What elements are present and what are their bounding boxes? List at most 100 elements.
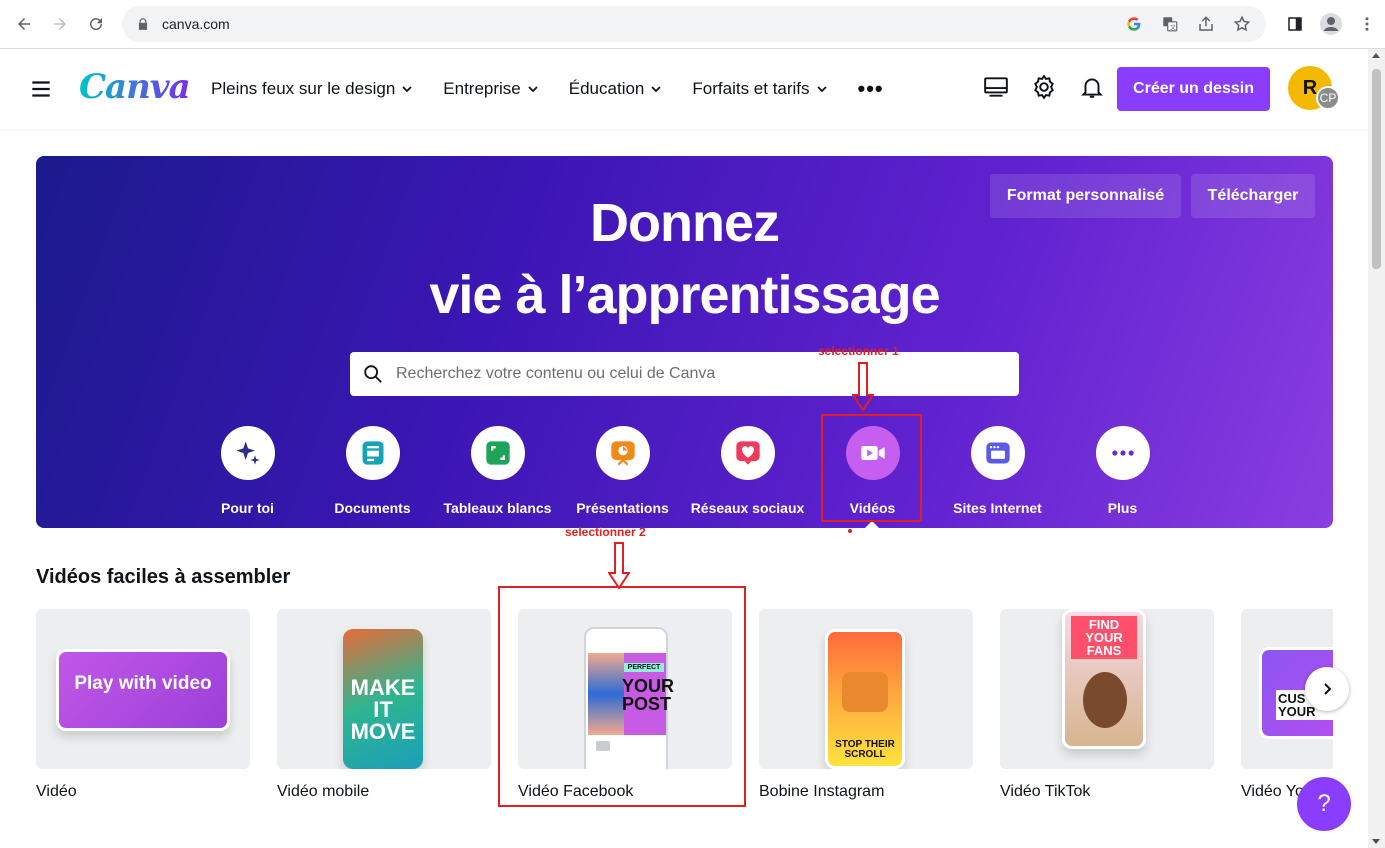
- hamburger-icon[interactable]: [28, 76, 54, 102]
- art-text: Play with video: [74, 673, 212, 694]
- portrait-art: [1083, 672, 1127, 728]
- category-social-media[interactable]: Réseaux sociaux: [685, 426, 810, 516]
- template-thumbnail[interactable]: PERFECT YOUR POST: [518, 609, 732, 769]
- category-label: Présentations: [576, 500, 669, 516]
- search-icon: [364, 365, 382, 383]
- search-bar[interactable]: [350, 352, 1019, 396]
- annotation-step2-label: selectionner 2: [565, 525, 646, 539]
- art-text: STOP THEIR SCROLL: [835, 739, 895, 760]
- google-icon[interactable]: [1118, 8, 1150, 40]
- card-label: Bobine Instagram: [759, 783, 885, 800]
- template-card-tiktok-video[interactable]: FIND YOUR FANS Vidéo TikTok: [1000, 609, 1214, 801]
- nav-business[interactable]: Entreprise: [443, 79, 538, 99]
- canva-logo[interactable]: Canva: [79, 67, 191, 107]
- category-label: Réseaux sociaux: [690, 500, 805, 516]
- photo-art: [588, 653, 624, 735]
- tiktok-video-art: FIND YOUR FANS: [1062, 609, 1146, 749]
- hero-title-line2: vie à l’apprentissage: [429, 265, 940, 325]
- share-icon[interactable]: [1190, 8, 1222, 40]
- chevron-down-icon: [528, 86, 538, 93]
- art-text: FIND YOUR FANS: [1071, 616, 1137, 659]
- whiteboard-icon: [470, 426, 525, 480]
- sparkle-icon: [220, 426, 275, 480]
- card-label: Vidéo Facebook: [518, 783, 634, 800]
- annotation-dot: [848, 529, 852, 533]
- canva-header: Canva Pleins feux sur le design Entrepri…: [0, 49, 1368, 129]
- template-card-video[interactable]: Play with video Vidéo: [36, 609, 250, 801]
- chevron-down-icon: [402, 86, 412, 93]
- carousel-next-button[interactable]: [1305, 667, 1349, 711]
- svg-text:文: 文: [1170, 23, 1176, 31]
- annotation-arrow-down-icon: [608, 542, 630, 590]
- browser-toolbar: canva.com 文: [0, 0, 1385, 49]
- nav-more-button[interactable]: •••: [858, 76, 884, 102]
- lock-icon: [138, 18, 148, 30]
- page-scrollbar[interactable]: [1368, 49, 1385, 848]
- category-presentations[interactable]: Présentations: [560, 426, 685, 516]
- bookmark-star-icon[interactable]: [1226, 8, 1258, 40]
- main-nav: Pleins feux sur le design Entreprise Édu…: [211, 49, 884, 129]
- address-bar[interactable]: canva.com 文: [122, 6, 1266, 42]
- chevron-down-icon: [651, 86, 662, 93]
- nav-label: Éducation: [568, 79, 645, 98]
- category-documents[interactable]: Documents: [310, 426, 435, 516]
- video-preview-art: Play with video: [56, 649, 230, 731]
- custom-size-button[interactable]: Format personnalisé: [990, 174, 1181, 218]
- art-badge-text: PERFECT: [624, 663, 664, 672]
- category-label: Sites Internet: [953, 500, 1042, 516]
- nav-education[interactable]: Éducation: [569, 79, 663, 99]
- desktop-app-icon[interactable]: [982, 73, 1010, 101]
- scroll-up-arrow-icon[interactable]: [1372, 53, 1380, 58]
- nav-label: Entreprise: [443, 79, 521, 98]
- profile-icon[interactable]: [1313, 8, 1349, 40]
- translate-icon[interactable]: 文: [1154, 8, 1186, 40]
- category-label: Tableaux blancs: [443, 500, 552, 516]
- art-text: YOUR POST: [622, 676, 675, 714]
- reload-icon[interactable]: [78, 6, 114, 42]
- website-icon: [970, 426, 1025, 480]
- category-whiteboards[interactable]: Tableaux blancs: [435, 426, 560, 516]
- category-websites[interactable]: Sites Internet: [935, 426, 1060, 516]
- team-avatar-badge: CP: [1316, 86, 1340, 110]
- template-card-mobile-video[interactable]: MAKE IT MOVE Vidéo mobile: [277, 609, 491, 801]
- facebook-post-art: PERFECT YOUR POST: [588, 653, 675, 735]
- nav-label: Forfaits et tarifs: [692, 79, 810, 98]
- upload-button[interactable]: Télécharger: [1191, 174, 1315, 218]
- scroll-thumb[interactable]: [1372, 69, 1381, 269]
- search-input[interactable]: [396, 365, 996, 383]
- mobile-video-art: MAKE IT MOVE: [343, 629, 423, 769]
- nav-design-spotlight[interactable]: Pleins feux sur le design: [211, 79, 413, 99]
- create-design-button[interactable]: Créer un dessin: [1117, 67, 1270, 111]
- category-more[interactable]: Plus: [1060, 426, 1185, 516]
- template-thumbnail[interactable]: FIND YOUR FANS: [1000, 609, 1214, 769]
- nav-plans-pricing[interactable]: Forfaits et tarifs: [692, 79, 827, 99]
- help-button[interactable]: ?: [1297, 777, 1351, 831]
- heart-icon: [720, 426, 775, 480]
- more-icon: [1095, 426, 1150, 480]
- url-text: canva.com: [162, 16, 230, 32]
- template-card-instagram-reel[interactable]: STOP THEIR SCROLL Bobine Instagram: [759, 609, 973, 801]
- kebab-menu-icon[interactable]: [1349, 8, 1385, 40]
- template-thumbnail[interactable]: MAKE IT MOVE: [277, 609, 491, 769]
- card-label: Vidéo TikTok: [1000, 783, 1091, 800]
- notifications-bell-icon[interactable]: [1078, 73, 1106, 101]
- like-icon: [596, 741, 610, 751]
- settings-gear-icon[interactable]: [1030, 73, 1058, 101]
- scroll-down-arrow-icon[interactable]: [1372, 839, 1380, 844]
- back-icon[interactable]: [6, 6, 42, 42]
- chevron-down-icon: [816, 86, 827, 93]
- selected-category-indicator: [865, 521, 879, 528]
- bag-art: [842, 672, 888, 712]
- template-card-facebook-video[interactable]: PERFECT YOUR POST Vidéo Facebook: [518, 609, 732, 801]
- card-label: Vidéo mobile: [277, 783, 370, 800]
- phone-frame-art: PERFECT YOUR POST: [584, 627, 675, 769]
- template-thumbnail[interactable]: Play with video: [36, 609, 250, 769]
- template-thumbnail[interactable]: STOP THEIR SCROLL: [759, 609, 973, 769]
- category-row: Pour toi Documents Tableaux blancs Prése…: [36, 426, 1333, 526]
- forward-icon[interactable]: [42, 6, 78, 42]
- category-for-you[interactable]: Pour toi: [185, 426, 310, 516]
- side-panel-icon[interactable]: [1277, 8, 1313, 40]
- instagram-reel-art: STOP THEIR SCROLL: [825, 629, 905, 769]
- hero-banner: Donnez vie à l’apprentissage Format pers…: [36, 156, 1333, 528]
- annotation-box-videos: [821, 414, 922, 522]
